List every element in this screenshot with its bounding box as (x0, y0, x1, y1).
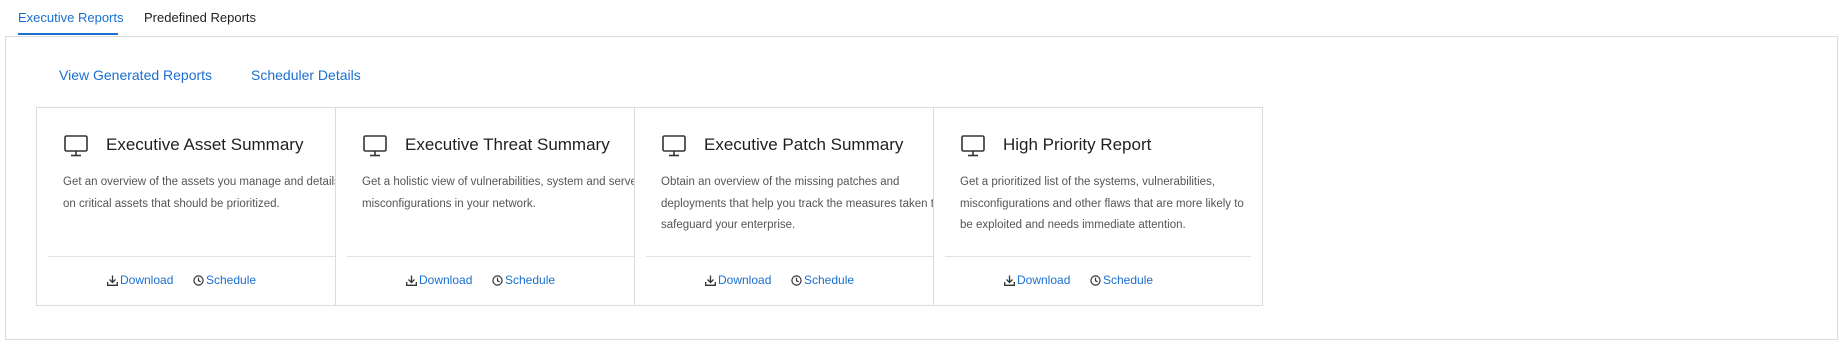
reports-panel: View Generated Reports Scheduler Details… (5, 36, 1838, 340)
monitor-icon (363, 135, 387, 157)
download-icon (107, 275, 118, 286)
card-title: Executive Patch Summary (704, 135, 904, 154)
report-card-threat-summary: Executive Threat Summary Get a holistic … (335, 107, 665, 306)
card-divider (646, 256, 952, 257)
card-description: Obtain an overview of the missing patche… (661, 176, 941, 231)
tab-predefined-reports[interactable]: Predefined Reports (144, 10, 256, 25)
report-card-patch-summary: Executive Patch Summary Obtain an overvi… (634, 107, 964, 306)
schedule-label: Schedule (505, 273, 556, 287)
download-icon (406, 275, 417, 286)
download-icon (705, 275, 716, 286)
clock-icon (791, 274, 802, 286)
schedule-label: Schedule (1103, 273, 1154, 287)
card-divider (347, 256, 653, 257)
download-button[interactable]: Download (1004, 273, 1070, 287)
download-label: Download (718, 273, 772, 287)
monitor-icon (961, 135, 985, 157)
card-divider (945, 256, 1251, 257)
card-title: Executive Asset Summary (106, 135, 304, 154)
clock-icon (1090, 274, 1101, 286)
report-tabs: Executive Reports Predefined Reports (0, 0, 1841, 36)
schedule-label: Schedule (804, 273, 855, 287)
download-button[interactable]: Download (705, 273, 771, 287)
schedule-button[interactable]: Schedule (1090, 273, 1153, 287)
tab-executive-reports[interactable]: Executive Reports (18, 10, 124, 25)
download-label: Download (120, 273, 174, 287)
schedule-button[interactable]: Schedule (492, 273, 555, 287)
schedule-label: Schedule (206, 273, 257, 287)
download-icon (1004, 275, 1015, 286)
card-description: Get an overview of the assets you manage… (63, 176, 340, 210)
clock-icon (492, 274, 503, 286)
card-title: Executive Threat Summary (405, 135, 610, 154)
active-tab-indicator (18, 33, 118, 35)
report-card-asset-summary: Executive Asset Summary Get an overview … (36, 107, 366, 306)
schedule-button[interactable]: Schedule (791, 273, 854, 287)
card-description: Get a holistic view of vulnerabilities, … (362, 176, 641, 210)
scheduler-details-link[interactable]: Scheduler Details (251, 67, 361, 83)
monitor-icon (64, 135, 88, 157)
schedule-button[interactable]: Schedule (193, 273, 256, 287)
clock-icon (193, 274, 204, 286)
download-button[interactable]: Download (406, 273, 472, 287)
report-card-high-priority: High Priority Report Get a prioritized l… (933, 107, 1263, 306)
card-description: Get a prioritized list of the systems, v… (960, 176, 1244, 231)
download-label: Download (419, 273, 473, 287)
card-title: High Priority Report (1003, 135, 1152, 154)
view-generated-reports-link[interactable]: View Generated Reports (59, 67, 212, 83)
download-label: Download (1017, 273, 1071, 287)
card-divider (48, 256, 354, 257)
download-button[interactable]: Download (107, 273, 173, 287)
monitor-icon (662, 135, 686, 157)
